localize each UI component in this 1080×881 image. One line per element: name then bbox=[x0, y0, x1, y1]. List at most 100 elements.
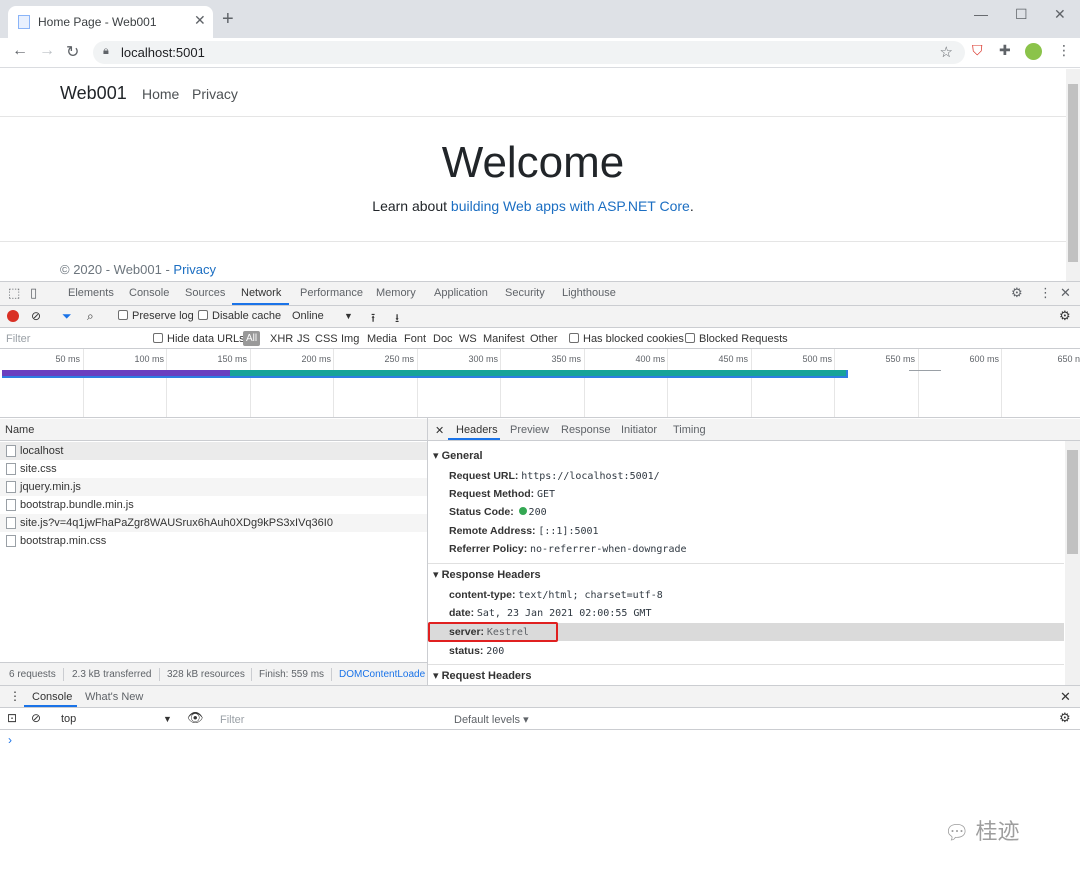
filter-ws[interactable]: WS bbox=[459, 333, 477, 345]
page-scrollbar-thumb[interactable] bbox=[1068, 84, 1078, 262]
tab-memory[interactable]: Memory bbox=[376, 287, 416, 299]
nav-home[interactable]: Home bbox=[142, 86, 179, 102]
new-tab-button[interactable]: + bbox=[222, 8, 234, 31]
record-icon[interactable] bbox=[7, 310, 19, 322]
tab-elements[interactable]: Elements bbox=[68, 287, 114, 299]
learn-link[interactable]: building Web apps with ASP.NET Core bbox=[451, 198, 690, 214]
filter-media[interactable]: Media bbox=[367, 333, 397, 345]
tab-preview[interactable]: Preview bbox=[510, 424, 549, 436]
tab-initiator[interactable]: Initiator bbox=[621, 424, 657, 436]
checkbox-box[interactable] bbox=[569, 333, 579, 343]
checkbox-box[interactable] bbox=[118, 310, 128, 320]
sidebar-toggle-icon[interactable]: ⊡ bbox=[7, 711, 17, 725]
extensions-icon[interactable]: ✚ bbox=[999, 42, 1011, 59]
tab-performance[interactable]: Performance bbox=[300, 287, 363, 299]
inspect-icon[interactable]: ⬚ bbox=[8, 285, 20, 301]
filter-manifest[interactable]: Manifest bbox=[483, 333, 525, 345]
filter-img[interactable]: Img bbox=[341, 333, 359, 345]
tab-headers[interactable]: Headers bbox=[456, 424, 498, 436]
filter-other[interactable]: Other bbox=[530, 333, 558, 345]
tab-lighthouse[interactable]: Lighthouse bbox=[562, 287, 616, 299]
avatar[interactable] bbox=[1025, 43, 1042, 60]
blocked-cookies-checkbox[interactable]: Has blocked cookies bbox=[569, 333, 684, 345]
filter-css[interactable]: CSS bbox=[315, 333, 338, 345]
filter-all[interactable]: All bbox=[243, 331, 260, 346]
close-window-button[interactable]: ✕ bbox=[1054, 6, 1066, 23]
tab-timing[interactable]: Timing bbox=[673, 424, 706, 436]
request-row[interactable]: bootstrap.min.css bbox=[0, 532, 427, 550]
close-drawer-icon[interactable]: ✕ bbox=[1060, 689, 1071, 705]
disable-cache-checkbox[interactable]: Disable cache bbox=[198, 310, 281, 322]
request-row[interactable]: jquery.min.js bbox=[0, 478, 427, 496]
general-section[interactable]: ▾ General bbox=[433, 449, 483, 462]
close-devtools-icon[interactable]: ✕ bbox=[1060, 285, 1071, 301]
close-icon[interactable]: ✕ bbox=[194, 12, 206, 29]
preserve-log-checkbox[interactable]: Preserve log bbox=[118, 310, 194, 322]
chevron-down-icon[interactable]: ▼ bbox=[344, 311, 353, 321]
checkbox-box[interactable] bbox=[685, 333, 695, 343]
footer-privacy-link[interactable]: Privacy bbox=[173, 262, 216, 277]
reload-icon[interactable]: ↻ bbox=[66, 42, 79, 62]
filter-xhr[interactable]: XHR bbox=[270, 333, 293, 345]
clear-console-icon[interactable]: ⊘ bbox=[31, 711, 41, 725]
search-icon[interactable]: ⌕ bbox=[87, 309, 94, 324]
close-detail-icon[interactable]: ✕ bbox=[435, 424, 444, 437]
download-icon[interactable]: ⭳ bbox=[395, 309, 399, 330]
request-headers-section[interactable]: ▾ Request Headers bbox=[433, 669, 531, 682]
browser-tab[interactable]: Home Page - Web001 ✕ bbox=[8, 6, 213, 38]
filter-js[interactable]: JS bbox=[297, 333, 310, 345]
menu-icon[interactable]: ⋮ bbox=[1057, 42, 1071, 59]
context-select[interactable]: top bbox=[61, 713, 76, 725]
console-settings-icon[interactable]: ⚙ bbox=[1059, 710, 1071, 726]
checkbox-box[interactable] bbox=[153, 333, 163, 343]
network-settings-icon[interactable]: ⚙ bbox=[1059, 308, 1071, 324]
tab-response[interactable]: Response bbox=[561, 424, 611, 436]
tab-whats-new[interactable]: What's New bbox=[85, 691, 143, 703]
filter-icon[interactable]: ⏷ bbox=[62, 309, 72, 324]
detail-scrollbar-thumb[interactable] bbox=[1067, 450, 1078, 554]
throttle-select[interactable]: Online bbox=[292, 310, 324, 322]
log-levels-select[interactable]: Default levels ▾ bbox=[454, 713, 529, 726]
brand[interactable]: Web001 bbox=[60, 83, 127, 104]
tab-network[interactable]: Network bbox=[241, 287, 281, 299]
tick-label: 50 ms bbox=[55, 354, 80, 364]
request-row[interactable]: site.css bbox=[0, 460, 427, 478]
name-column-header[interactable]: Name bbox=[0, 419, 427, 441]
address-bar[interactable]: 🔒︎ localhost:5001 ☆ bbox=[93, 41, 965, 64]
upload-icon[interactable]: ⭱ bbox=[371, 309, 375, 330]
request-row[interactable]: bootstrap.bundle.min.js bbox=[0, 496, 427, 514]
tab-application[interactable]: Application bbox=[434, 287, 488, 299]
console-prompt[interactable]: › bbox=[8, 733, 12, 747]
request-row[interactable]: site.js?v=4q1jwFhaPaZgr8WAUSrux6hAuh0XDg… bbox=[0, 514, 427, 532]
console-filter-input[interactable]: Filter bbox=[213, 711, 446, 728]
clear-icon[interactable]: ⊘ bbox=[31, 309, 41, 323]
maximize-button[interactable]: ☐ bbox=[1015, 6, 1028, 23]
back-icon[interactable]: ← bbox=[12, 42, 28, 60]
separator bbox=[159, 668, 160, 681]
header-key: Referrer Policy: bbox=[449, 543, 528, 555]
nav-privacy[interactable]: Privacy bbox=[192, 86, 238, 102]
network-overview[interactable]: 50 ms 100 ms 150 ms 200 ms 250 ms 300 ms… bbox=[0, 349, 1080, 418]
blocked-requests-checkbox[interactable]: Blocked Requests bbox=[685, 333, 788, 345]
tab-console[interactable]: Console bbox=[129, 287, 169, 299]
chevron-down-icon[interactable]: ▼ bbox=[163, 714, 172, 724]
tab-console-drawer[interactable]: Console bbox=[32, 691, 72, 703]
minimize-button[interactable]: — bbox=[974, 6, 988, 22]
device-toggle-icon[interactable]: ▯ bbox=[30, 285, 37, 301]
gear-icon[interactable]: ⚙ bbox=[1011, 285, 1023, 301]
response-headers-section[interactable]: ▾ Response Headers bbox=[433, 568, 541, 581]
checkbox-box[interactable] bbox=[198, 310, 208, 320]
forward-icon[interactable]: → bbox=[39, 42, 55, 60]
drawer-menu-icon[interactable]: ⋮ bbox=[9, 689, 21, 703]
hide-data-urls-checkbox[interactable]: Hide data URLs bbox=[153, 333, 245, 345]
tab-security[interactable]: Security bbox=[505, 287, 545, 299]
request-row[interactable]: localhost bbox=[0, 442, 427, 460]
tab-sources[interactable]: Sources bbox=[185, 287, 225, 299]
filter-doc[interactable]: Doc bbox=[433, 333, 453, 345]
eye-icon[interactable]: 👁︎ bbox=[187, 710, 204, 726]
filter-font[interactable]: Font bbox=[404, 333, 426, 345]
shield-icon[interactable]: ⛉ bbox=[972, 42, 983, 59]
star-icon[interactable]: ☆ bbox=[940, 43, 953, 61]
filter-input[interactable]: Filter bbox=[6, 333, 30, 345]
kebab-icon[interactable]: ⋮ bbox=[1039, 285, 1052, 301]
